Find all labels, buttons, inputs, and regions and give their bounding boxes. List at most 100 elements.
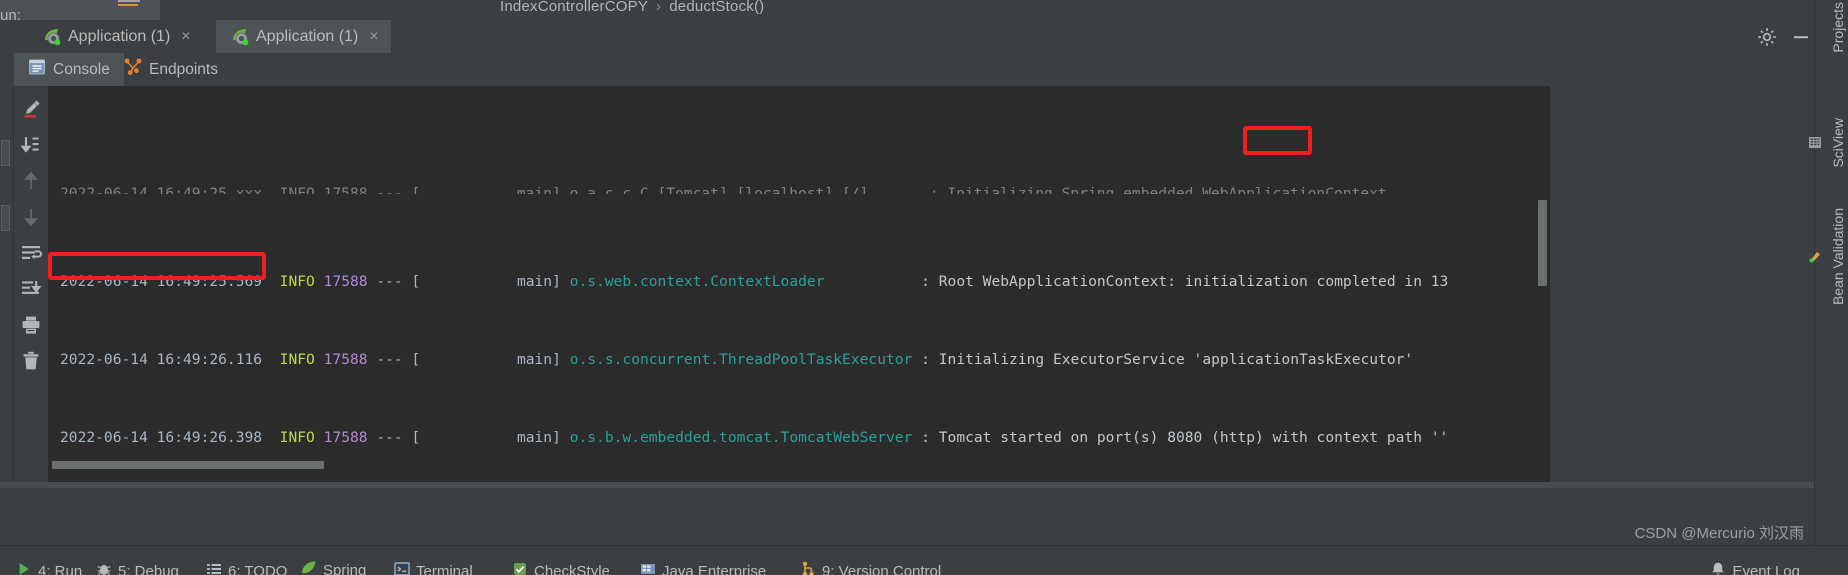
log-level: INFO	[279, 428, 315, 446]
run-icon	[16, 561, 32, 575]
editor-chip	[118, 0, 140, 2]
status-item-java-enterprise[interactable]: Java Enterprise	[640, 561, 766, 575]
log-logger: o.s.s.concurrent.ThreadPoolTaskExecutor	[569, 350, 913, 368]
bean-validation-icon	[1807, 250, 1823, 264]
log-dash: ---	[376, 428, 403, 446]
spring-leaf-icon	[42, 27, 61, 46]
log-pid: 17588	[323, 273, 368, 291]
status-item-run[interactable]: 4: Run	[16, 561, 82, 575]
right-sidebar: Projects SciView Bean Validation	[1809, 0, 1848, 575]
sidebar-item-sciview-label: SciView	[1830, 118, 1846, 168]
status-item-run-label: 4: Run	[38, 562, 83, 575]
soft-wrap-icon[interactable]	[20, 242, 42, 264]
trash-icon[interactable]	[20, 350, 42, 372]
strip-marker-2	[1, 205, 10, 231]
console-horizontal-scrollbar[interactable]	[52, 461, 324, 469]
console-output[interactable]: 2022-06-14 16:49:25.xxx INFO 17588 --- […	[48, 86, 1550, 482]
run-tab-0[interactable]: Application (1) ×	[28, 20, 203, 53]
log-thread: [ main]	[411, 350, 561, 368]
log-dash: ---	[376, 350, 403, 368]
run-tab-0-label: Application (1)	[68, 27, 171, 45]
run-tab-1-close-icon[interactable]: ×	[369, 28, 378, 46]
endpoints-icon	[124, 58, 142, 81]
status-item-spring-label: Spring	[323, 562, 367, 575]
console-clipped-line: 2022-06-14 16:49:25.xxx INFO 17588 --- […	[60, 184, 1550, 194]
breadcrumb-method[interactable]: deductStock()	[669, 0, 764, 15]
console-icon	[28, 58, 46, 81]
sidebar-item-bean-validation[interactable]: Bean Validation	[1807, 208, 1846, 305]
log-level: INFO	[279, 273, 315, 291]
scroll-to-end-icon[interactable]	[20, 134, 42, 156]
todo-icon	[206, 561, 222, 575]
debug-icon	[96, 561, 112, 575]
terminal-icon	[394, 561, 410, 575]
editor-orange-marker	[118, 4, 138, 6]
sidebar-item-projects-label: Projects	[1830, 2, 1846, 53]
status-item-todo[interactable]: 6: TODO	[206, 561, 287, 575]
status-item-debug[interactable]: 5: Debug	[96, 561, 179, 575]
console-line: 2022-06-14 16:49:25.569 INFO 17588 --- […	[60, 272, 1550, 291]
sidebar-item-projects[interactable]: Projects	[1830, 2, 1846, 53]
tab-console-label: Console	[53, 60, 110, 78]
tool-window-splitter[interactable]	[0, 482, 1814, 488]
tab-endpoints[interactable]: Endpoints	[110, 53, 232, 86]
arrow-down-icon[interactable]	[20, 206, 42, 228]
breadcrumb[interactable]: IndexControllerCOPY › deductStock()	[500, 0, 764, 15]
tab-console[interactable]: Console	[14, 53, 124, 86]
java-enterprise-icon	[640, 561, 656, 575]
spring-leaf-icon	[300, 560, 317, 575]
log-level: INFO	[279, 350, 315, 368]
log-time: 2022-06-14 16:49:26.398	[60, 428, 263, 446]
status-item-event-log[interactable]: Event Log	[1710, 561, 1800, 575]
status-item-terminal[interactable]: Terminal	[394, 561, 473, 575]
log-message: Root WebApplicationContext: initializati…	[938, 273, 1449, 291]
status-item-version-control[interactable]: 9: Version Control	[800, 561, 941, 575]
status-item-todo-label: 6: TODO	[228, 562, 288, 575]
arrow-up-icon[interactable]	[20, 170, 42, 192]
minimize-icon[interactable]	[1790, 26, 1812, 48]
log-time: 2022-06-14 16:49:26.116	[60, 350, 263, 368]
highlighter-icon[interactable]	[20, 98, 42, 120]
breadcrumb-file[interactable]: IndexControllerCOPY	[500, 0, 648, 15]
watermark: CSDN @Mercurio 刘汉雨	[1634, 525, 1804, 542]
status-item-java-enterprise-label: Java Enterprise	[662, 562, 767, 575]
log-message: Initializing ExecutorService 'applicatio…	[938, 350, 1414, 368]
log-dash: ---	[376, 273, 403, 291]
status-item-spring[interactable]: Spring	[300, 560, 366, 575]
ide-window: IndexControllerCOPY › deductStock() un: Ap…	[0, 0, 1848, 575]
sidebar-item-bean-validation-label: Bean Validation	[1830, 208, 1846, 306]
event-log-icon	[1710, 561, 1726, 575]
log-logger: o.s.web.context.ContextLoader	[569, 273, 825, 291]
console-line: 2022-06-14 16:49:26.116 INFO 17588 --- […	[60, 350, 1550, 369]
sub-tab-bar	[0, 53, 1848, 86]
log-thread: [ main]	[411, 273, 561, 291]
log-sep: :	[921, 273, 930, 291]
breadcrumb-separator: ›	[656, 0, 662, 15]
status-bar: 4: Run 5: Debug 6: TODO Spring Terminal …	[0, 545, 1848, 575]
log-pid: 17588	[323, 350, 368, 368]
gear-icon[interactable]	[1756, 26, 1778, 48]
checkstyle-icon	[512, 561, 528, 575]
run-tab-0-close-icon[interactable]: ×	[181, 28, 190, 46]
status-item-event-log-label: Event Log	[1732, 562, 1800, 575]
print-icon[interactable]	[20, 314, 42, 336]
strip-marker-1	[1, 140, 10, 166]
scroll-to-bottom-icon[interactable]	[20, 278, 42, 300]
log-logger: o.s.b.w.embedded.tomcat.TomcatWebServer	[569, 428, 913, 446]
spring-leaf-icon	[230, 27, 249, 46]
tab-endpoints-label: Endpoints	[149, 60, 218, 78]
console-left-toolbar	[14, 86, 48, 482]
log-sep: :	[921, 428, 930, 446]
version-control-icon	[800, 561, 816, 575]
log-pid: 17588	[323, 428, 368, 446]
status-item-checkstyle[interactable]: CheckStyle	[512, 561, 610, 575]
status-item-terminal-label: Terminal	[416, 562, 473, 575]
run-label: un:	[0, 7, 21, 24]
run-tab-1[interactable]: Application (1) ×	[216, 20, 391, 53]
log-sep: :	[921, 350, 930, 368]
console-clipped-text: 2022-06-14 16:49:25.xxx INFO 17588 --- […	[60, 185, 1387, 195]
sidebar-item-sciview[interactable]: SciView	[1807, 118, 1846, 168]
log-thread: [ main]	[411, 428, 561, 446]
top-strip: IndexControllerCOPY › deductStock()	[0, 0, 1848, 20]
console-vertical-scrollbar[interactable]	[1538, 200, 1547, 286]
